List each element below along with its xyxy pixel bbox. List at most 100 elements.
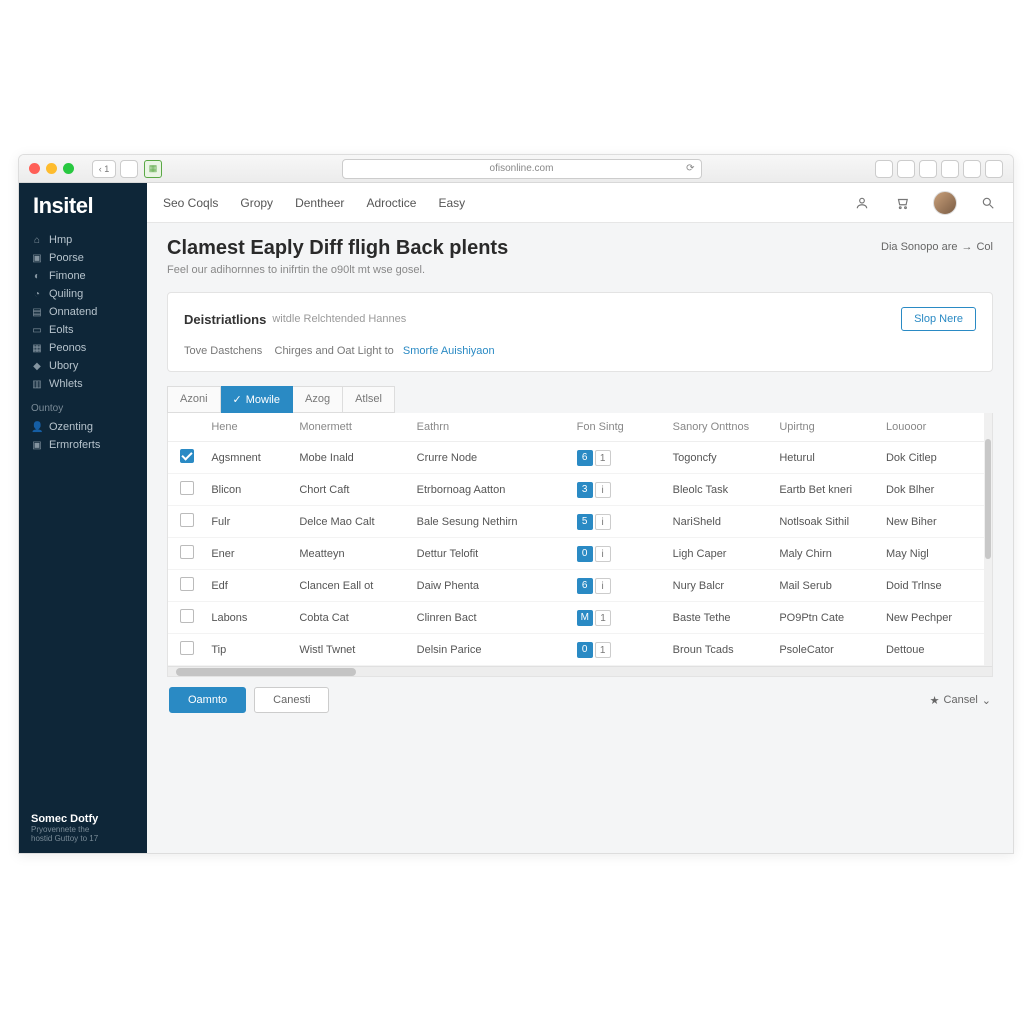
address-bar[interactable]: ofisonline.com ⟳: [342, 159, 702, 179]
page-title: Clamest Eaply Diff fligh Back plents: [167, 237, 508, 260]
brand-logo[interactable]: Insitel: [19, 183, 147, 229]
topnav-link[interactable]: Seo Coqls: [163, 196, 218, 210]
cart-icon[interactable]: [893, 194, 911, 212]
row-checkbox[interactable]: [180, 545, 194, 559]
col-header[interactable]: Louooor: [880, 413, 992, 442]
table-row[interactable]: TipWistl TwnetDelsin Parice01Broun Tcads…: [168, 634, 992, 666]
topnav-link[interactable]: Gropy: [240, 196, 273, 210]
shop-now-button[interactable]: Slop Nere: [901, 307, 976, 331]
header-actions[interactable]: Dia Sonopo are → Col: [881, 237, 993, 253]
sidebar-item[interactable]: ▦Peonos: [19, 339, 147, 357]
nav-back-button[interactable]: ‹ 1: [92, 160, 116, 178]
menu-icon[interactable]: [985, 160, 1003, 178]
scrollbar-thumb[interactable]: [176, 668, 356, 676]
footer-right-action[interactable]: ★ Cansel ⌄: [930, 694, 991, 707]
extensions-icon[interactable]: [941, 160, 959, 178]
reader-icon[interactable]: [919, 160, 937, 178]
sidebar-item[interactable]: ▭Eolts: [19, 321, 147, 339]
table-row[interactable]: EdfClancen Eall otDaiw Phenta6iNury Balc…: [168, 570, 992, 602]
tabs-icon[interactable]: [963, 160, 981, 178]
cell-eathrn-link[interactable]: Delsin Parice: [411, 634, 571, 666]
badge-primary: 6: [577, 578, 593, 594]
table-row[interactable]: BliconChort CaftEtrbornoag Aatton3iBleol…: [168, 474, 992, 506]
cell-eathrn-link[interactable]: Clinren Bact: [411, 602, 571, 634]
tab[interactable]: Azoni: [167, 386, 221, 413]
scrollbar-thumb[interactable]: [985, 439, 991, 559]
search-icon[interactable]: [979, 194, 997, 212]
sidebar-item[interactable]: ◆Ubory: [19, 357, 147, 375]
sidebar-item[interactable]: ⌂Hmp: [19, 231, 147, 249]
sidebar-item[interactable]: ◔Quiling: [19, 285, 147, 303]
cell-loc: Dettoue: [880, 634, 992, 666]
col-header[interactable]: Monermett: [293, 413, 410, 442]
share-icon[interactable]: [897, 160, 915, 178]
avatar[interactable]: [933, 191, 957, 215]
sidebar-item-icon: ▤: [31, 307, 43, 318]
cancel-button[interactable]: Canesti: [254, 687, 329, 713]
row-checkbox[interactable]: [180, 609, 194, 623]
close-window-icon[interactable]: [29, 163, 40, 174]
topnav-link[interactable]: Dentheer: [295, 196, 344, 210]
ssl-lock-icon: ▦: [144, 160, 162, 178]
row-checkbox[interactable]: [180, 577, 194, 591]
sidebar-spacer: [19, 456, 147, 803]
badge-primary: 3: [577, 482, 593, 498]
badge-secondary: 1: [595, 450, 611, 466]
tab[interactable]: Azog: [293, 386, 343, 413]
user-icon[interactable]: [853, 194, 871, 212]
confirm-button[interactable]: Oamnto: [169, 687, 246, 713]
cell-eathrn-link[interactable]: Dettur Telofit: [411, 538, 571, 570]
sidebar-item[interactable]: ◐Fimone: [19, 267, 147, 285]
cell-eathrn-link[interactable]: Bale Sesung Nethirn: [411, 506, 571, 538]
table-tabs: Azoni✓Mowile Azog Atlsel: [167, 386, 993, 413]
cell-eathrn-link[interactable]: Etrbornoag Aatton: [411, 474, 571, 506]
destinations-card: Deistriatlions witdle Relchtended Hannes…: [167, 292, 993, 372]
cell-fan: 6i: [571, 570, 667, 602]
sidebar-item[interactable]: ▣Ermroferts: [19, 436, 147, 454]
vertical-scrollbar[interactable]: [984, 413, 992, 676]
topnav-link[interactable]: Adroctice: [366, 196, 416, 210]
sidebar-item[interactable]: ▤ Onnatend: [19, 303, 147, 321]
dest-line-link[interactable]: Smorfe Auishiyaon: [403, 345, 495, 357]
topnav-link[interactable]: Easy: [438, 196, 465, 210]
minimize-window-icon[interactable]: [46, 163, 57, 174]
cell-mgmt: Delce Mao Calt: [293, 506, 410, 538]
sidebar-item-label: Onnatend: [49, 306, 97, 318]
cell-name: Ener: [205, 538, 293, 570]
table-row[interactable]: EnerMeatteynDettur Telofit0iLigh CaperMa…: [168, 538, 992, 570]
row-checkbox[interactable]: [180, 481, 194, 495]
sidebar-item[interactable]: 👤Ozenting: [19, 418, 147, 436]
badge-primary: M: [577, 610, 593, 626]
cell-mgmt: Chort Caft: [293, 474, 410, 506]
nav-tabs-button[interactable]: [120, 160, 138, 178]
table-row[interactable]: FulrDelce Mao CaltBale Sesung Nethirn5iN…: [168, 506, 992, 538]
downloads-icon[interactable]: [875, 160, 893, 178]
table-header-row: Hene Monermett Eathrn Fon Sintg Sanory O…: [168, 413, 992, 442]
cell-loc: New Pechper: [880, 602, 992, 634]
address-text: ofisonline.com: [490, 163, 554, 174]
row-checkbox[interactable]: [180, 449, 194, 463]
sidebar-item[interactable]: ▣Poorse: [19, 249, 147, 267]
col-header[interactable]: Fon Sintg: [571, 413, 667, 442]
cell-loc: Dok Blher: [880, 474, 992, 506]
row-checkbox[interactable]: [180, 513, 194, 527]
maximize-window-icon[interactable]: [63, 163, 74, 174]
tab[interactable]: Atlsel: [343, 386, 395, 413]
horizontal-scrollbar[interactable]: [168, 666, 992, 676]
tab[interactable]: ✓Mowile: [221, 386, 293, 413]
table-row[interactable]: AgsmnentMobe InaldCrurre Node61TogoncfyH…: [168, 442, 992, 474]
sidebar-footer-title: Somec Dotfy: [31, 813, 135, 825]
badge-secondary: 1: [595, 642, 611, 658]
cell-eathrn-link[interactable]: Crurre Node: [411, 442, 571, 474]
cell-eathrn-link[interactable]: Daiw Phenta: [411, 570, 571, 602]
table-row[interactable]: LabonsCobta CatClinren BactM1Baste Tethe…: [168, 602, 992, 634]
col-header[interactable]: Upirtng: [773, 413, 880, 442]
sidebar-item[interactable]: ▥Whlets: [19, 375, 147, 393]
destinations-line: Tove Dastchens Chirges and Oat Light to …: [184, 345, 976, 357]
col-header[interactable]: Eathrn: [411, 413, 571, 442]
col-header[interactable]: Hene: [205, 413, 293, 442]
row-checkbox[interactable]: [180, 641, 194, 655]
refresh-icon[interactable]: ⟳: [686, 163, 694, 174]
col-header[interactable]: Sanory Onttnos: [667, 413, 774, 442]
tab-label: Azog: [305, 393, 330, 405]
